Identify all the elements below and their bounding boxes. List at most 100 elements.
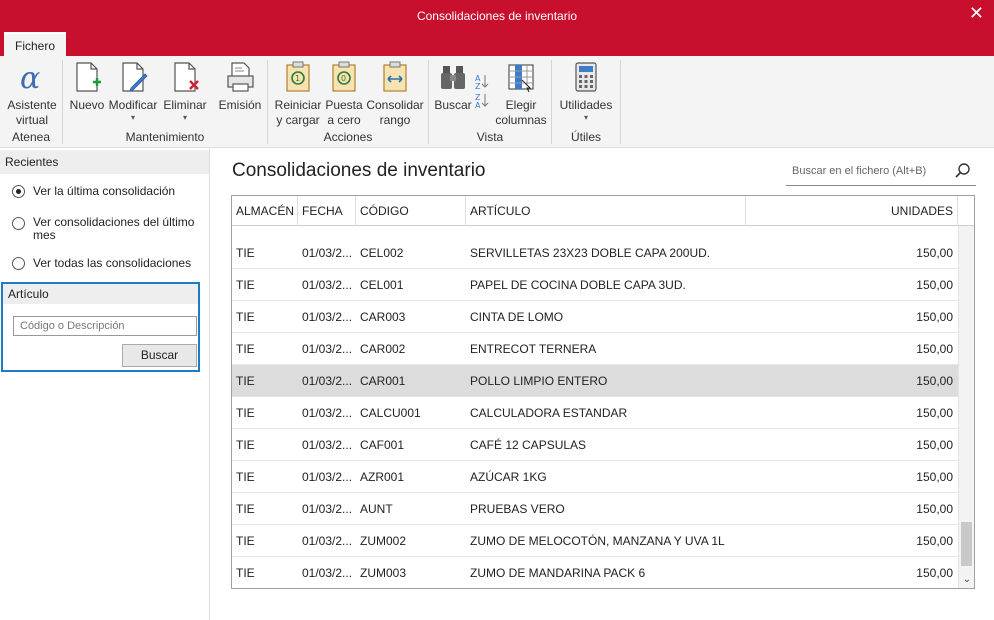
sort-az-icon[interactable]: AZZA <box>474 72 490 110</box>
tab-fichero[interactable]: Fichero <box>4 32 66 56</box>
eliminar-button[interactable]: Eliminar ▾ <box>161 60 209 123</box>
modificar-button[interactable]: Modificar ▾ <box>107 60 159 123</box>
table-row[interactable]: TIE 01/03/2... CALCU001 CALCULADORA ESTANDA… <box>232 397 958 429</box>
column-header-codigo[interactable]: CÓDIGO <box>356 196 466 226</box>
cell-fecha: 01/03/2... <box>302 534 352 548</box>
file-search-input[interactable]: Buscar en el fichero (Alt+B) <box>786 160 976 186</box>
radio-button[interactable] <box>12 257 25 270</box>
search-icon[interactable] <box>954 162 972 180</box>
article-search-button[interactable]: Buscar <box>122 344 197 367</box>
edit-document-icon <box>117 60 149 94</box>
search-placeholder: Buscar en el fichero (Alt+B) <box>792 165 927 177</box>
button-label: Modificar <box>108 98 158 112</box>
articulo-header: Artículo <box>3 284 198 304</box>
article-search-input[interactable]: Código o Descripción <box>13 316 197 336</box>
binoculars-icon <box>437 60 469 94</box>
column-header-fecha[interactable]: FECHA <box>298 196 356 226</box>
reiniciar-cargar-button[interactable]: 1 Reiniciar y cargar <box>272 60 324 128</box>
new-document-icon <box>71 60 103 94</box>
table-row[interactable]: TIE 01/03/2... ZUM002 ZUMO DE MELOCOTÓN, MA… <box>232 525 958 557</box>
option-label: Ver todas las consolidaciones <box>33 256 192 270</box>
cell-almacen: TIE <box>236 534 255 548</box>
utilidades-button[interactable]: Utilidades ▾ <box>558 60 614 123</box>
print-icon <box>224 60 256 94</box>
scroll-down-icon[interactable]: ⌄ <box>961 574 973 586</box>
consolidar-rango-button[interactable]: Consolidar rango <box>364 60 426 128</box>
consolidations-table: ALMACÉN FECHA CÓDIGO ARTÍCULO UNIDADES T… <box>231 195 975 589</box>
window-title: Consolidaciones de inventario <box>416 9 578 23</box>
option-ultimo-mes[interactable]: Ver consolidaciones del último mes <box>12 216 202 242</box>
group-label: Mantenimiento <box>125 130 205 144</box>
button-label: Asistente <box>7 98 57 112</box>
cell-unidades: 150,00 <box>916 310 953 324</box>
cell-almacen: TIE <box>236 246 255 260</box>
option-label: Ver la última consolidación <box>33 184 176 198</box>
vertical-scrollbar[interactable]: ⌄ <box>958 226 974 588</box>
cell-articulo: CINTA DE LOMO <box>470 310 564 324</box>
filter-pane: Recientes Ver la última consolidación Ve… <box>0 148 210 620</box>
cell-articulo: CALCULADORA ESTANDAR <box>470 406 628 420</box>
cell-fecha: 01/03/2... <box>302 246 352 260</box>
nuevo-button[interactable]: Nuevo <box>67 60 107 113</box>
cell-unidades: 150,00 <box>916 502 953 516</box>
table-row[interactable]: TIE 01/03/2... ZUM003 ZUMO DE MANDARINA PAC… <box>232 557 958 588</box>
ribbon: α Asistente virtual Atenea Nuevo Modific… <box>0 56 994 148</box>
option-ultima-consolidacion[interactable]: Ver la última consolidación <box>12 184 175 198</box>
table-row[interactable]: TIE 01/03/2... AUNT PRUEBAS VERO 150,00 <box>232 493 958 525</box>
cell-codigo: CEL002 <box>360 246 404 260</box>
emision-button[interactable]: Emisión <box>217 60 263 113</box>
ribbon-group-atenea: α Asistente virtual Atenea <box>0 56 62 148</box>
table-row[interactable]: TIE 01/03/2... CAR003 CINTA DE LOMO 150,00 <box>232 301 958 333</box>
radio-button[interactable] <box>12 185 25 198</box>
button-label: Consolidar <box>366 98 424 112</box>
radio-button[interactable] <box>12 217 25 230</box>
group-label: Atenea <box>11 130 51 144</box>
columns-icon <box>505 60 537 94</box>
table-row[interactable]: TIE 01/03/2... CAR002 ENTRECOT TERNERA 150,0… <box>232 333 958 365</box>
cell-almacen: TIE <box>236 278 255 292</box>
cell-fecha: 01/03/2... <box>302 470 352 484</box>
table-row[interactable]: TIE 01/03/2... CAF001 CAFÉ 12 CAPSULAS 150,0… <box>232 429 958 461</box>
close-icon[interactable]: ✕ <box>969 4 984 22</box>
cell-articulo: PRUEBAS VERO <box>470 502 565 516</box>
column-header-almacen[interactable]: ALMACÉN <box>232 196 298 226</box>
table-row[interactable]: TIE 01/03/2... AZR001 AZÚCAR 1KG 150,00 <box>232 461 958 493</box>
cell-fecha: 01/03/2... <box>302 342 352 356</box>
button-label: Eliminar <box>163 98 207 112</box>
ribbon-group-vista: Buscar AZZA Elegir columnas Vista <box>429 56 551 148</box>
asistente-virtual-button[interactable]: α Asistente virtual <box>4 60 60 128</box>
cell-codigo: CALCU001 <box>360 406 421 420</box>
svg-text:1: 1 <box>295 74 300 83</box>
cell-articulo: ZUMO DE MANDARINA PACK 6 <box>470 566 646 580</box>
cell-articulo: ENTRECOT TERNERA <box>470 342 597 356</box>
button-label: Reiniciar <box>274 98 322 112</box>
group-label: Útiles <box>570 130 601 144</box>
column-header-articulo[interactable]: ARTÍCULO <box>466 196 746 226</box>
button-label: virtual <box>15 113 48 127</box>
cell-unidades: 150,00 <box>916 438 953 452</box>
table-row[interactable]: TIE 01/03/2... CAR001 POLLO LIMPIO ENTERO 15… <box>232 365 958 397</box>
scrollbar-thumb[interactable] <box>961 522 972 566</box>
button-label: Nuevo <box>69 98 105 112</box>
puesta-a-cero-button[interactable]: 0 Puesta a cero <box>322 60 366 128</box>
elegir-columnas-button[interactable]: Elegir columnas <box>495 60 547 128</box>
cell-codigo: CAR001 <box>360 374 406 388</box>
buscar-ribbon-button[interactable]: Buscar <box>433 60 473 113</box>
option-todas[interactable]: Ver todas las consolidaciones <box>12 256 191 270</box>
ribbon-group-acciones: 1 Reiniciar y cargar 0 Puesta a cero Con… <box>268 56 428 148</box>
group-label: Vista <box>476 130 504 144</box>
cell-codigo: CAF001 <box>360 438 405 452</box>
table-header: ALMACÉN FECHA CÓDIGO ARTÍCULO UNIDADES <box>232 196 974 226</box>
svg-text:A: A <box>475 101 481 108</box>
article-filter-box: Artículo Código o Descripción Buscar <box>1 282 200 372</box>
title-bar: Consolidaciones de inventario ✕ <box>0 0 994 32</box>
table-row[interactable]: TIE 01/03/2... CEL001 PAPEL DE COCINA DOBLE… <box>232 269 958 301</box>
button-label: Emisión <box>218 98 262 112</box>
cell-articulo: ZUMO DE MELOCOTÓN, MANZANA Y UVA 1L <box>470 534 725 548</box>
button-label: Puesta <box>325 98 363 112</box>
table-row[interactable]: TIE 01/03/2... CEL002 SERVILLETAS 23X23 DOB… <box>232 237 958 269</box>
button-label: a cero <box>327 113 361 127</box>
cell-articulo: PAPEL DE COCINA DOBLE CAPA 3UD. <box>470 278 686 292</box>
menu-tab-strip: Fichero <box>0 32 994 56</box>
column-header-unidades[interactable]: UNIDADES <box>746 196 958 226</box>
